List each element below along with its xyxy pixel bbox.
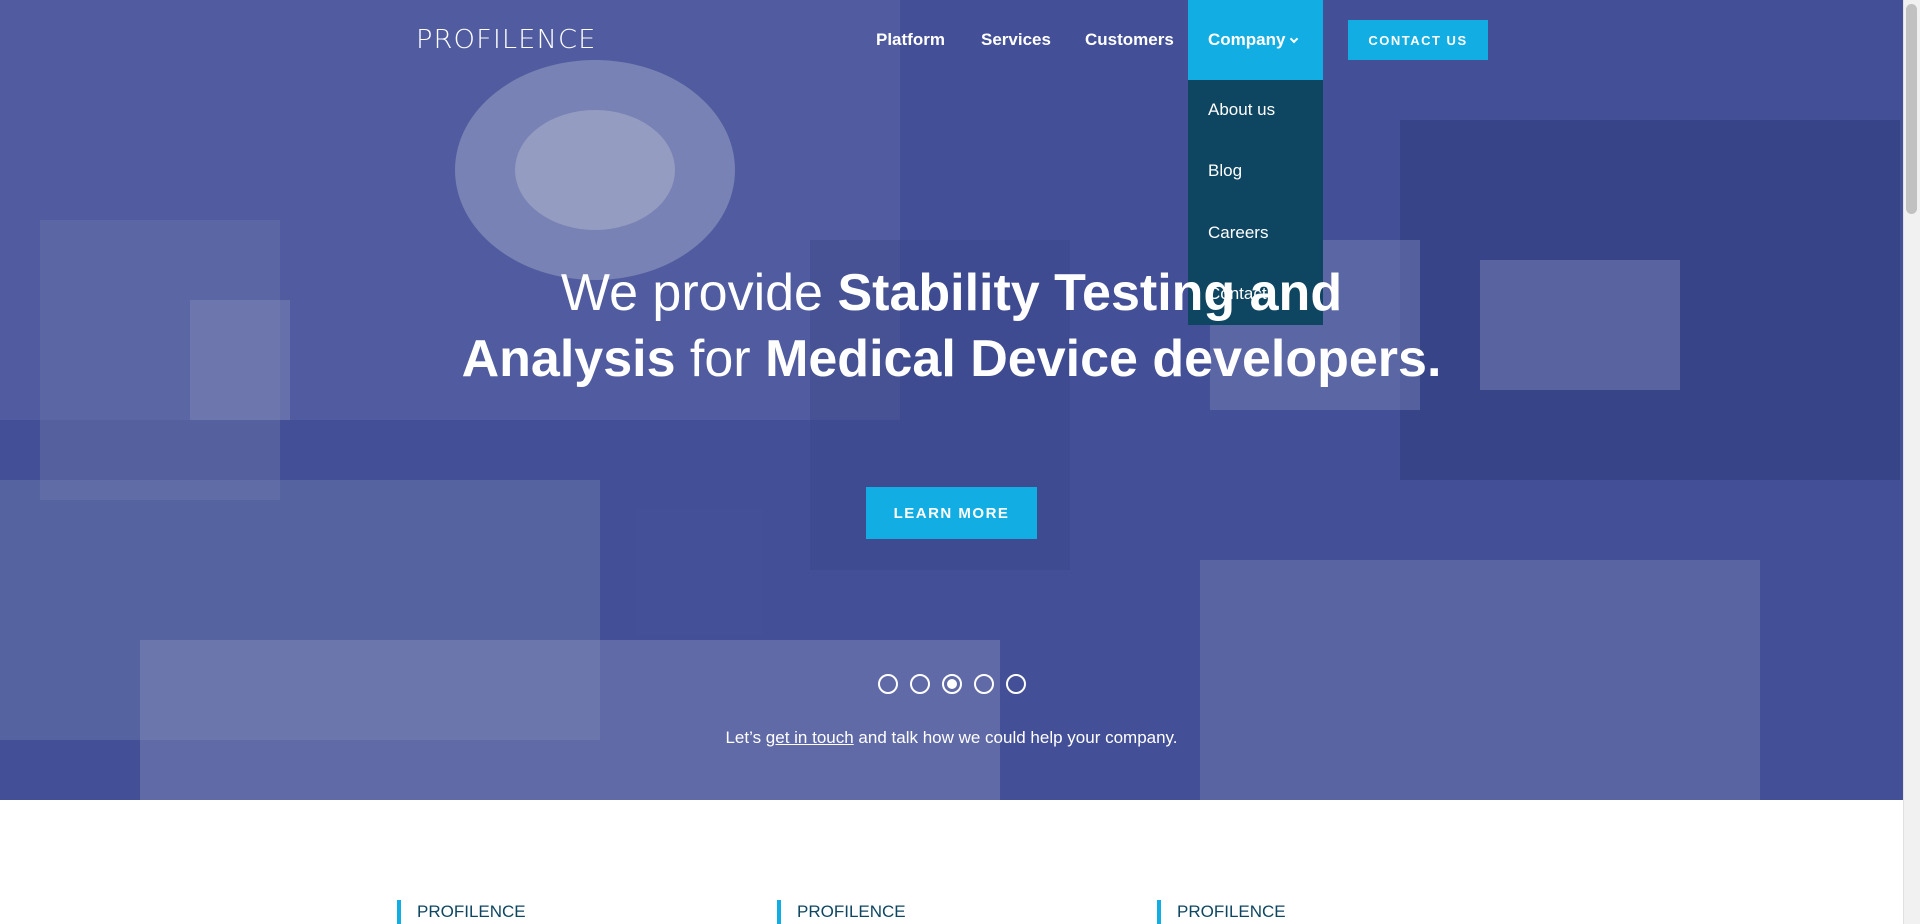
brand-logo[interactable]: PROFILENCE: [416, 25, 596, 55]
scrollbar-thumb[interactable]: [1906, 4, 1917, 214]
headline-text: We provide: [560, 264, 838, 322]
dropdown-item-about-us[interactable]: About us: [1208, 100, 1275, 120]
headline-text: for: [675, 330, 766, 388]
hero-section: PROFILENCE Platform Services Customers C…: [0, 0, 1903, 800]
slider-dot[interactable]: [1006, 674, 1026, 694]
nav-item-customers[interactable]: Customers: [1085, 30, 1174, 50]
slider-dot[interactable]: [910, 674, 930, 694]
learn-more-button[interactable]: LEARN MORE: [866, 487, 1037, 539]
slider-dot[interactable]: [878, 674, 898, 694]
get-in-touch-link[interactable]: get in touch: [766, 728, 854, 747]
dropdown-item-careers[interactable]: Careers: [1208, 223, 1268, 243]
headline-emphasis: Medical Device developers.: [765, 330, 1442, 388]
contact-us-button[interactable]: CONTACT US: [1348, 20, 1488, 60]
cta-text: and talk how we could help your company.: [853, 728, 1178, 747]
nav-item-services[interactable]: Services: [981, 30, 1051, 50]
page-scrollbar[interactable]: [1903, 0, 1920, 924]
nav-item-company-label: Company: [1208, 30, 1286, 49]
slider-dot[interactable]: [974, 674, 994, 694]
nav-item-company[interactable]: Company: [1188, 0, 1323, 80]
nav-item-platform[interactable]: Platform: [876, 30, 945, 50]
cta-text: Let’s: [725, 728, 766, 747]
feature-heading: PROFILENCE: [1157, 900, 1286, 924]
hero-headline: We provide Stability Testing and Analysi…: [450, 260, 1453, 392]
slider-dot-active[interactable]: [942, 674, 962, 694]
chevron-down-icon: [1290, 34, 1299, 44]
contact-prompt: Let’s get in touch and talk how we could…: [0, 728, 1903, 748]
feature-heading: PROFILENCE: [777, 900, 906, 924]
feature-heading: PROFILENCE: [397, 900, 526, 924]
dropdown-item-blog[interactable]: Blog: [1208, 161, 1242, 181]
